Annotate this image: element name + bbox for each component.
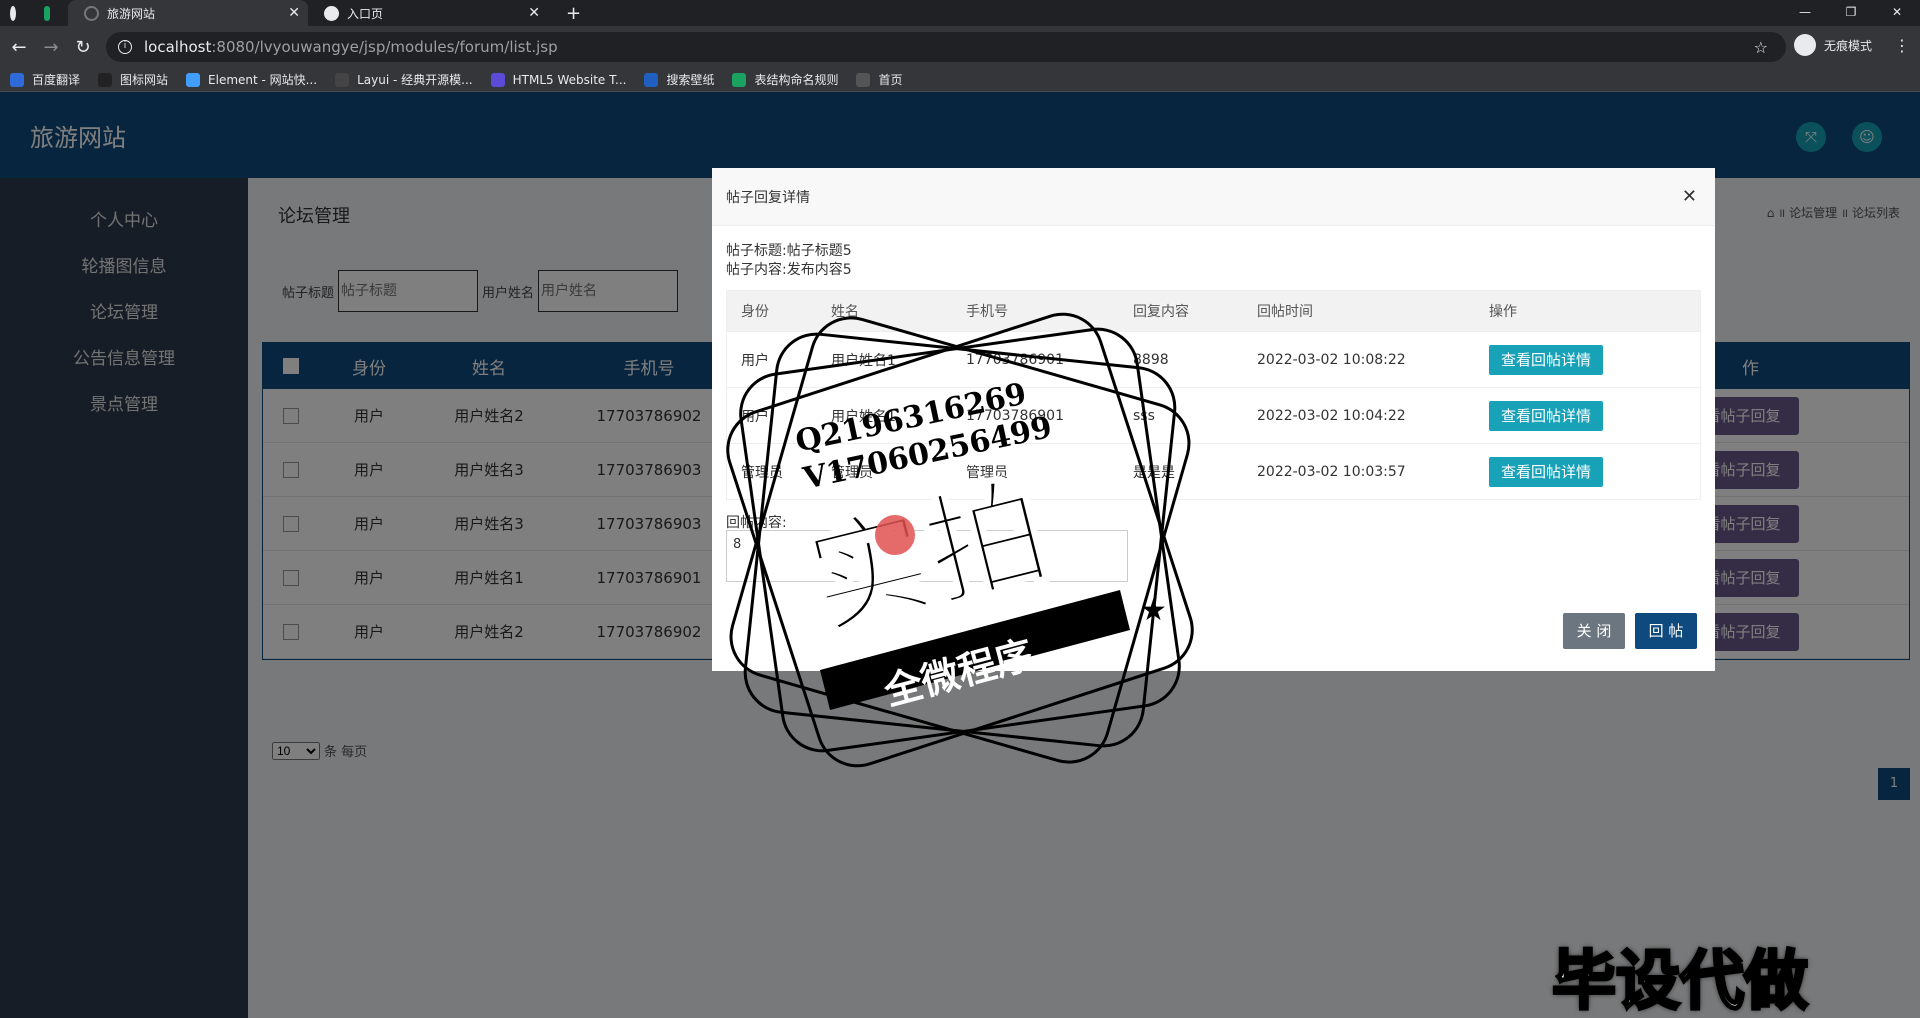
corner-watermark: 毕设代做 [1551, 944, 1810, 1018]
close-icon[interactable]: ✕ [1682, 186, 1697, 207]
bookmark-label: 图标网站 [120, 73, 169, 87]
star-icon: ★ [1140, 593, 1167, 628]
bookmark-label: Element - 网站快... [208, 73, 318, 87]
modal-title: 帖子回复详情 [726, 189, 810, 206]
col-header: 回帖时间 [1257, 304, 1313, 320]
view-reply-detail-button[interactable]: 查看回帖详情 [1489, 344, 1603, 375]
cell-time: 2022-03-02 10:03:57 [1257, 463, 1406, 480]
close-window-icon[interactable]: ✕ [1874, 0, 1920, 26]
view-reply-detail-button[interactable]: 查看回帖详情 [1489, 456, 1603, 487]
bookmark-icon [644, 72, 659, 87]
bookmark-item[interactable]: Layui - 经典开源模... [335, 71, 473, 88]
post-title: 帖子标题:帖子标题5 [726, 243, 852, 259]
browser-toolbar: ← → ↻ i localhost:8080/lvyouwangye/jsp/m… [0, 26, 1920, 68]
bookmark-label: HTML5 Website T... [512, 72, 627, 87]
star-icon: ★ [840, 663, 867, 698]
bookmarks-bar: 百度翻译 图标网站 Element - 网站快... Layui - 经典开源模...… [0, 68, 1920, 92]
bookmark-icon [10, 72, 24, 87]
browser-tab-active[interactable]: 旅游网站 ✕ [68, 0, 308, 26]
bookmark-label: Layui - 经典开源模... [357, 73, 473, 87]
incognito-icon [1794, 34, 1816, 56]
post-info: 帖子标题:帖子标题5 帖子内容:发布内容5 [726, 242, 1715, 280]
bookmark-label: 首页 [878, 73, 903, 87]
bookmark-icon [98, 72, 113, 87]
bookmark-icon [856, 72, 871, 87]
reply-button[interactable]: 回 帖 [1635, 613, 1697, 649]
address-bar[interactable]: i localhost:8080/lvyouwangye/jsp/modules… [106, 32, 1786, 62]
reload-icon[interactable]: ↻ [70, 37, 96, 58]
cursor-highlight [875, 515, 915, 555]
bookmark-label: 百度翻译 [32, 73, 81, 87]
incognito-label: 无痕模式 [1824, 38, 1873, 53]
url-path: :8080/lvyouwangye/jsp/modules/forum/list… [211, 38, 558, 56]
col-header: 操作 [1489, 304, 1517, 320]
incognito-indicator[interactable]: 无痕模式 [1794, 34, 1872, 56]
bookmark-item[interactable]: Element - 网站快... [186, 71, 317, 88]
bookmark-item[interactable]: 首页 [856, 71, 903, 88]
bookmark-label: 表结构命名规则 [754, 73, 839, 87]
cell-time: 2022-03-02 10:04:22 [1257, 407, 1406, 424]
bookmark-item[interactable]: 表结构命名规则 [732, 71, 838, 88]
minimize-icon[interactable]: — [1782, 0, 1828, 26]
url-host: localhost [144, 38, 212, 56]
modal-header: 帖子回复详情 ✕ [712, 168, 1715, 226]
info-icon[interactable]: i [118, 40, 132, 54]
back-icon[interactable]: ← [6, 37, 32, 58]
close-button[interactable]: 关 闭 [1563, 613, 1625, 649]
globe-icon [10, 5, 16, 21]
post-content: 帖子内容:发布内容5 [726, 262, 852, 278]
bookmark-icon [490, 72, 505, 87]
close-tab-icon[interactable]: ✕ [528, 5, 540, 21]
browser-tab[interactable] [0, 0, 34, 26]
browser-tab[interactable]: 入口页 ✕ [308, 0, 548, 26]
bookmark-icon [335, 72, 350, 87]
new-tab-icon[interactable]: + [566, 3, 581, 24]
bookmark-icon [732, 72, 747, 87]
sheet-icon [44, 5, 50, 21]
forward-icon[interactable]: → [38, 37, 64, 58]
view-reply-detail-button[interactable]: 查看回帖详情 [1489, 400, 1603, 431]
bookmark-item[interactable]: HTML5 Website T... [490, 72, 627, 87]
bookmark-item[interactable]: 图标网站 [98, 71, 168, 88]
bookmark-star-icon[interactable]: ☆ [1754, 38, 1768, 57]
bookmark-icon [186, 72, 201, 87]
bookmark-item[interactable]: 搜索壁纸 [644, 71, 714, 88]
bookmark-item[interactable]: 百度翻译 [10, 71, 80, 88]
menu-icon[interactable]: ⋮ [1894, 36, 1910, 55]
restore-icon[interactable]: ❐ [1828, 0, 1874, 26]
tab-title: 旅游网站 [107, 6, 156, 21]
globe-icon [324, 5, 339, 21]
loading-icon [84, 5, 99, 21]
browser-tab[interactable] [34, 0, 68, 26]
browser-tabstrip: 旅游网站 ✕ 入口页 ✕ + — ❐ ✕ [0, 0, 1920, 26]
bookmark-label: 搜索壁纸 [666, 73, 715, 87]
watermark-stamp: Q2196316269 V17060256499 实拍 全微程序 ★ ★ [726, 312, 1194, 768]
cell-time: 2022-03-02 10:08:22 [1257, 351, 1406, 368]
close-tab-icon[interactable]: ✕ [288, 5, 300, 21]
window-controls: — ❐ ✕ [1782, 0, 1920, 26]
tab-title: 入口页 [347, 6, 384, 21]
